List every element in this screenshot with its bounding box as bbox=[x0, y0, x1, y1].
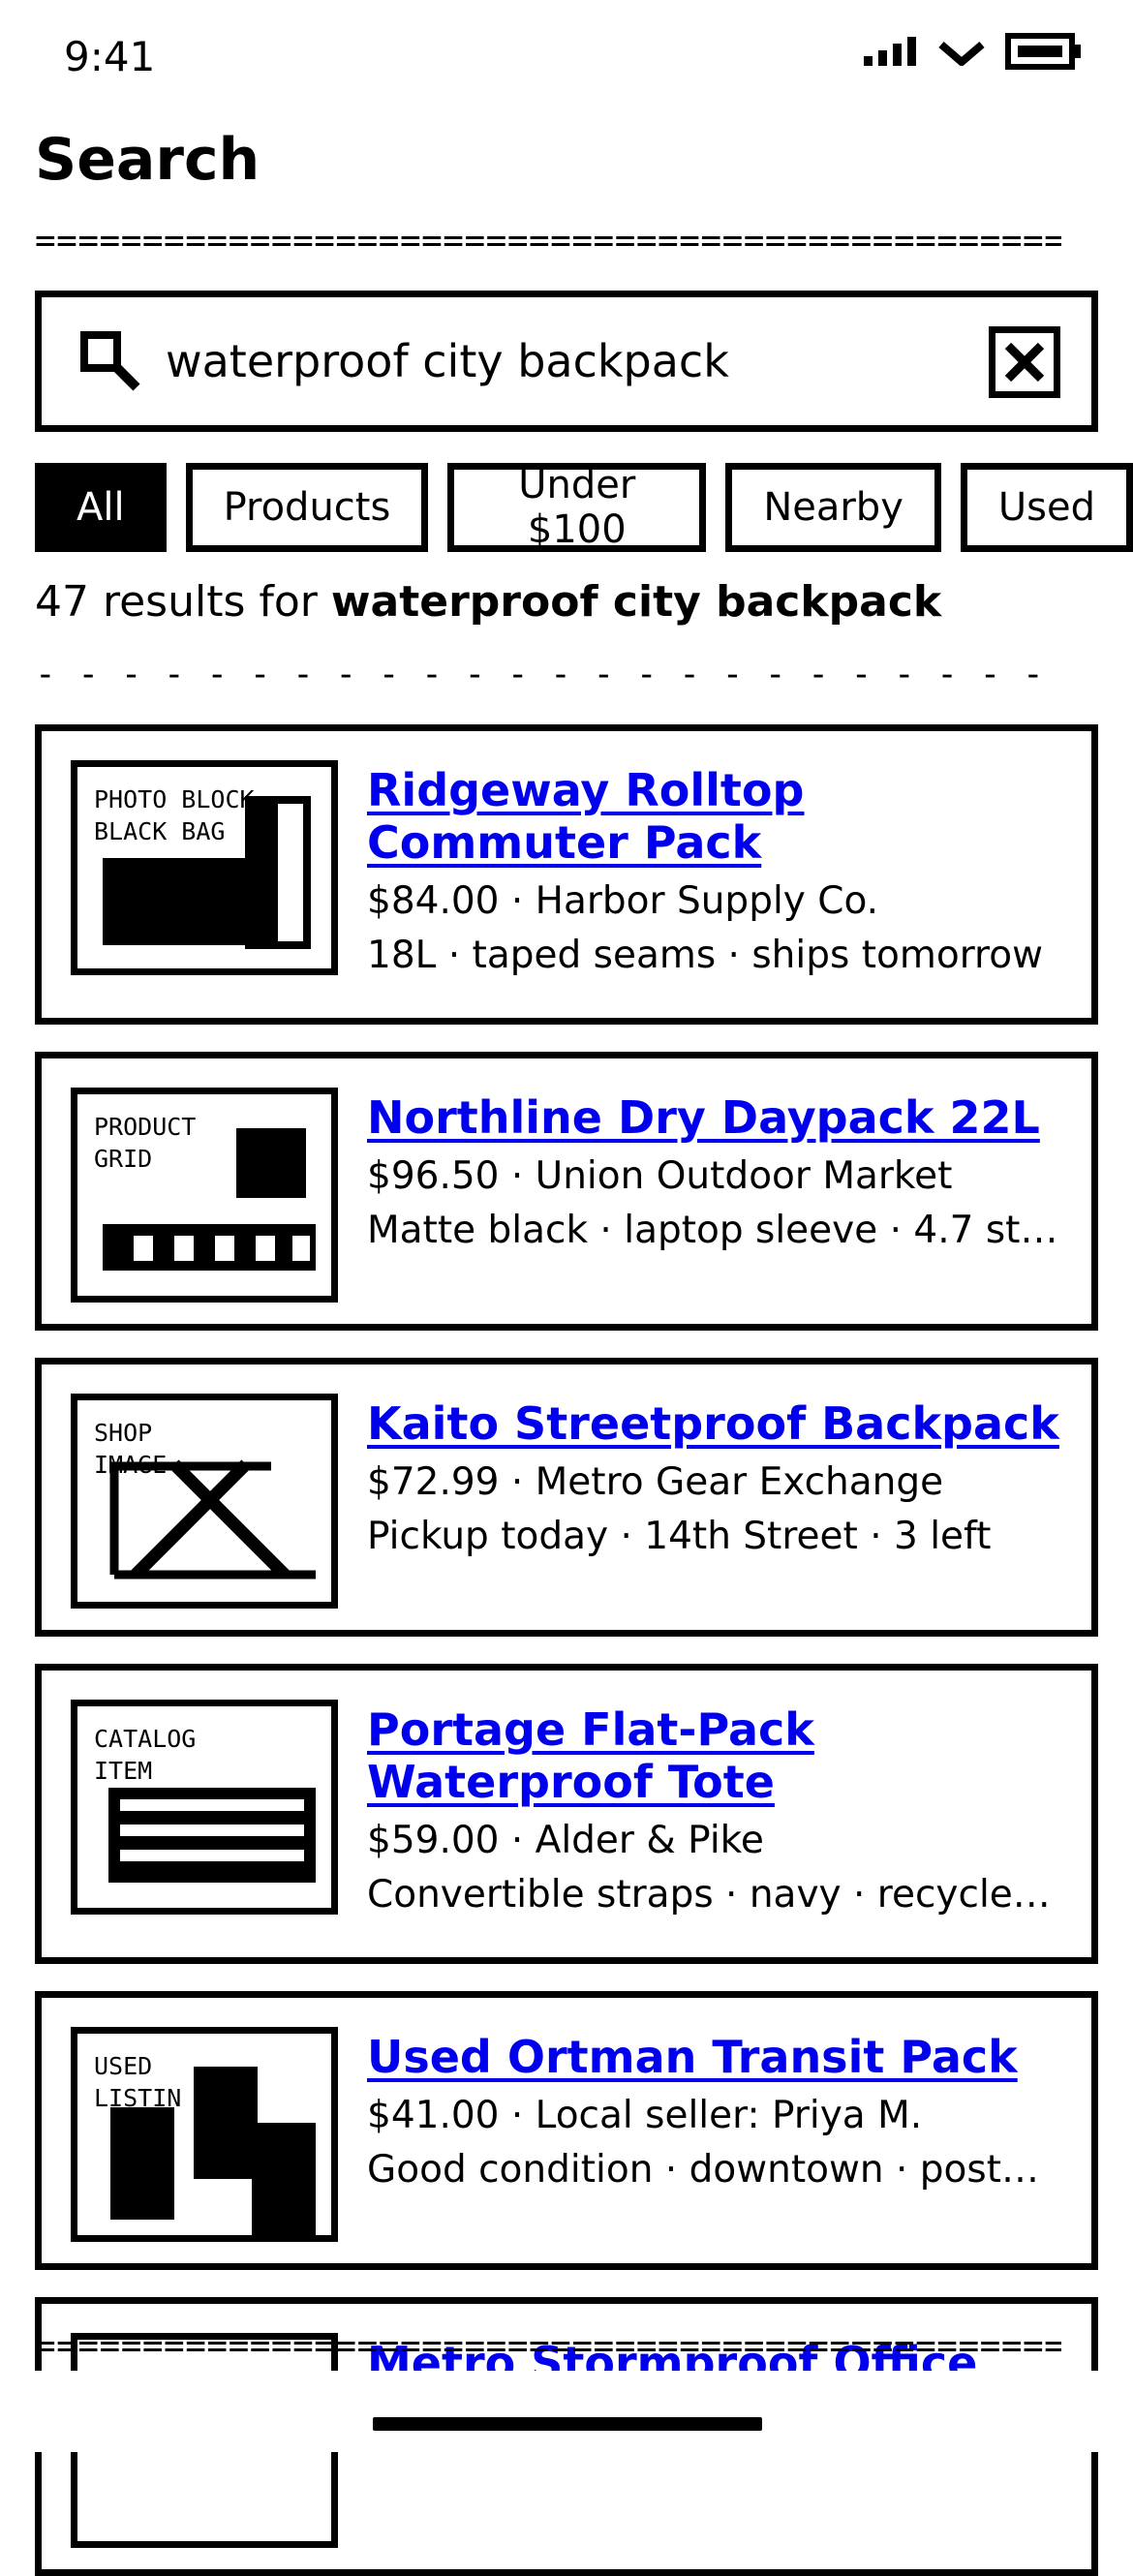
thumbnail-label: SHOP IMAGE bbox=[94, 1419, 168, 1479]
divider-double: ========================================… bbox=[35, 221, 1061, 261]
result-details: Matte black · laptop sleeve · 4.7 stars bbox=[367, 1209, 1062, 1252]
filter-chip-products[interactable]: Products bbox=[185, 463, 429, 552]
status-icons bbox=[864, 33, 1083, 70]
results-count-text: 47 results for bbox=[35, 577, 318, 627]
divider-dashed: - - - - - - - - - - - - - - - - - - - - … bbox=[35, 655, 1061, 694]
signal-icon bbox=[864, 37, 916, 66]
result-details: Convertible straps · navy · recycled she… bbox=[367, 1873, 1062, 1917]
bottom-safe-area bbox=[0, 2371, 1133, 2452]
result-card[interactable]: PHOTO BLOCK BLACK BAG Ridgeway Rolltop C… bbox=[35, 724, 1098, 1025]
clear-search-button[interactable] bbox=[989, 326, 1060, 398]
result-title-link[interactable]: Used Ortman Transit Pack bbox=[367, 2031, 1062, 2083]
results-summary: 47 results for waterproof city backpack bbox=[35, 577, 941, 627]
search-input[interactable] bbox=[166, 335, 940, 387]
status-time: 9:41 bbox=[64, 33, 156, 80]
price-seller: $41.00 · Local seller: Priya M. bbox=[367, 2094, 923, 2137]
result-card[interactable]: PRODUCT GRID Northline Dry Daypack 22L $… bbox=[35, 1052, 1098, 1331]
page-title: Search bbox=[35, 126, 260, 194]
price-seller: $96.50 · Union Outdoor Market bbox=[367, 1154, 953, 1198]
price-seller: $84.00 · Harbor Supply Co. bbox=[367, 879, 879, 923]
result-details: Pickup today · 14th Street · 3 left bbox=[367, 1515, 992, 1558]
results-query-text: waterproof city backpack bbox=[330, 577, 942, 627]
result-title-link[interactable]: Ridgeway Rolltop Commuter Pack bbox=[367, 764, 1062, 869]
search-box[interactable] bbox=[35, 291, 1098, 432]
result-title-link[interactable]: Portage Flat-Pack Waterproof Tote bbox=[367, 1703, 1062, 1808]
price-seller: $59.00 · Alder & Pike bbox=[367, 1819, 764, 1862]
filter-chip-all[interactable]: All bbox=[35, 463, 167, 552]
wifi-icon bbox=[938, 41, 985, 66]
thumbnail-label: PHOTO BLOCK BLACK BAG bbox=[94, 785, 255, 845]
search-icon bbox=[80, 331, 140, 391]
result-card[interactable]: CATALOG ITEM Portage Flat-Pack Waterproo… bbox=[35, 1664, 1098, 1964]
filter-chip-nearby[interactable]: Nearby bbox=[725, 463, 941, 552]
thumbnail-label: CATALOG ITEM bbox=[94, 1725, 197, 1785]
close-icon bbox=[1004, 342, 1045, 383]
product-thumbnail: SHOP IMAGE bbox=[71, 1394, 338, 1609]
home-indicator[interactable] bbox=[373, 2417, 762, 2431]
price-seller: $72.99 · Metro Gear Exchange bbox=[367, 1460, 944, 1504]
battery-icon bbox=[1005, 33, 1081, 70]
thumbnail-label: PRODUCT GRID bbox=[94, 1113, 197, 1173]
product-thumbnail: USED LISTIN bbox=[71, 2027, 338, 2242]
result-card[interactable]: SHOP IMAGE Kaito Streetproof Backpack $7… bbox=[35, 1358, 1098, 1637]
filter-chips: All Products Under $100 Nearby Used bbox=[35, 463, 1133, 552]
result-details: Good condition · downtown · posted 2h ag… bbox=[367, 2148, 1062, 2192]
product-thumbnail: PHOTO BLOCK BLACK BAG bbox=[71, 760, 338, 975]
result-title-link[interactable]: Northline Dry Daypack 22L bbox=[367, 1091, 1062, 1144]
divider-double-bottom: ========================================… bbox=[35, 2326, 1061, 2366]
result-card[interactable]: USED LISTIN Used Ortman Transit Pack $41… bbox=[35, 1991, 1098, 2270]
result-details: 18L · taped seams · ships tomorrow bbox=[367, 934, 1043, 977]
filter-chip-used[interactable]: Used bbox=[960, 463, 1133, 552]
result-title-link[interactable]: Kaito Streetproof Backpack bbox=[367, 1397, 1062, 1450]
product-thumbnail: PRODUCT GRID bbox=[71, 1088, 338, 1303]
product-thumbnail: CATALOG ITEM bbox=[71, 1700, 338, 1915]
thumbnail-label: USED LISTIN bbox=[94, 2052, 182, 2112]
filter-chip-under-100[interactable]: Under $100 bbox=[447, 463, 707, 552]
